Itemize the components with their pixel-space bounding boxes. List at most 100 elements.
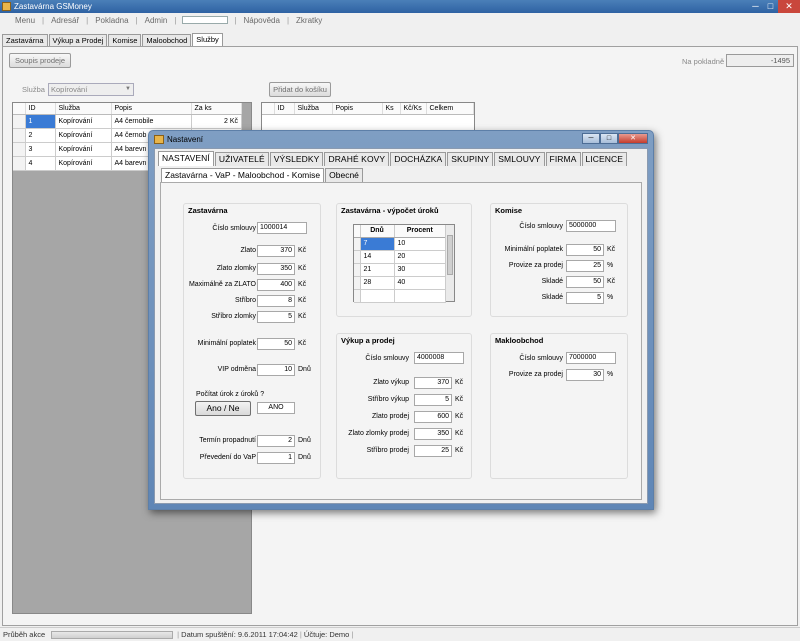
gold-scrap-input[interactable]: 350	[257, 263, 295, 275]
cell-popis[interactable]: A4 černobile	[111, 114, 192, 129]
field-label: Číslo smlouvy	[519, 223, 563, 230]
menu-item-adresar[interactable]: Adresář	[44, 16, 86, 25]
column-header-ks[interactable]: Ks	[382, 103, 401, 115]
subtab-zastavarna-vap[interactable]: Zastavárna - VaP - Maloobchod - Komise	[161, 168, 325, 182]
cell-za-ks[interactable]: 2 Kč	[191, 114, 242, 129]
silver-buy-input[interactable]: 5	[414, 394, 452, 406]
field-label: Zlato zlomky	[216, 265, 256, 272]
column-header-celkem[interactable]: Celkem	[426, 103, 474, 115]
field-unit: %	[607, 371, 614, 378]
cell-percent[interactable]: 40	[394, 276, 446, 290]
field-unit: Kč	[607, 278, 616, 285]
cell-id[interactable]: 1	[25, 114, 56, 129]
commission-input[interactable]: 25	[566, 260, 604, 272]
column-header-procent[interactable]: Procent	[394, 225, 446, 238]
interest-grid[interactable]: Dnů Procent 7 10 14 20 21 30 28 40	[353, 224, 455, 303]
contract-number-input[interactable]: 4000008	[414, 352, 464, 364]
contract-number-input[interactable]: 7000000	[566, 352, 616, 364]
cell-days[interactable]: 28	[360, 276, 395, 290]
cell-percent[interactable]: 20	[394, 250, 446, 264]
tab-skupiny[interactable]: SKUPINY	[447, 152, 494, 166]
expiry-input[interactable]: 2	[257, 435, 295, 447]
interest-value: ANO	[257, 402, 295, 414]
menu-item-zkratky[interactable]: Zkratky	[289, 16, 329, 25]
tab-uzivatele[interactable]: UŽIVATELÉ	[214, 152, 269, 166]
subtab-obecne[interactable]: Obecné	[325, 168, 363, 182]
yes-no-button[interactable]: Ano / Ne	[195, 401, 251, 416]
table-row[interactable]: 1 Kopírování A4 černobile 2 Kč	[13, 114, 242, 129]
tab-licence[interactable]: LICENCE	[581, 152, 628, 166]
cell-id[interactable]: 2	[25, 128, 56, 143]
silver-price-input[interactable]: 8	[257, 295, 295, 307]
column-header-id[interactable]: ID	[25, 103, 56, 115]
contract-number-input[interactable]: 5000000	[566, 220, 616, 232]
column-header-popis[interactable]: Popis	[111, 103, 192, 115]
field-label: Skladé	[541, 294, 563, 301]
dialog-minimize-button[interactable]: ─	[582, 133, 600, 144]
table-row[interactable]: 21 30	[354, 263, 446, 277]
gold-scrap-sell-input[interactable]: 350	[414, 428, 452, 440]
gold-price-input[interactable]: 370	[257, 245, 295, 257]
menu-blank-field[interactable]	[182, 16, 229, 24]
gold-max-input[interactable]: 400	[257, 279, 295, 291]
tab-firma[interactable]: FIRMA	[545, 152, 581, 166]
cell-percent[interactable]: 30	[394, 263, 446, 277]
table-row[interactable]: 7 10	[354, 237, 446, 251]
tab-nastaveni[interactable]: NASTAVENÍ	[158, 151, 214, 166]
cell-sluzba[interactable]: Kopírování	[55, 156, 112, 171]
cart-grid[interactable]: ID Služba Popis Ks Kč/Ks Celkem	[261, 102, 475, 132]
commission-input[interactable]: 30	[566, 369, 604, 381]
menu-item-menu[interactable]: Menu	[8, 16, 42, 25]
table-row[interactable]: 28 40	[354, 276, 446, 290]
menu-item-admin[interactable]: Admin	[138, 16, 175, 25]
dialog-maximize-button[interactable]: □	[600, 133, 618, 144]
column-header-za-ks[interactable]: Za ks	[191, 103, 242, 115]
tab-drahe-kovy[interactable]: DRAHÉ KOVY	[324, 152, 390, 166]
transfer-input[interactable]: 1	[257, 452, 295, 464]
scroll-thumb[interactable]	[447, 235, 453, 275]
dialog-title: Nastavení	[167, 135, 204, 144]
column-header-dnu[interactable]: Dnů	[360, 225, 395, 238]
silver-sell-input[interactable]: 25	[414, 445, 452, 457]
cell-days[interactable]: 21	[360, 263, 395, 277]
tab-dochazka[interactable]: DOCHÁZKA	[390, 152, 447, 166]
menu-item-napoveda[interactable]: Nápověda	[236, 16, 286, 25]
silver-scrap-input[interactable]: 5	[257, 311, 295, 323]
contract-number-input[interactable]: 1000014	[257, 222, 307, 234]
minimize-button[interactable]: ─	[748, 0, 763, 13]
close-button[interactable]: ✕	[778, 0, 800, 13]
cell-sluzba[interactable]: Kopírování	[55, 142, 112, 157]
table-row[interactable]	[354, 289, 446, 303]
column-header-popis[interactable]: Popis	[332, 103, 383, 115]
storage-percent-input[interactable]: 5	[566, 292, 604, 304]
column-header-kc-ks[interactable]: Kč/Ks	[400, 103, 427, 115]
cell-id[interactable]: 4	[25, 156, 56, 171]
cell-id[interactable]: 3	[25, 142, 56, 157]
dialog-close-button[interactable]: ✕	[618, 133, 648, 144]
gold-sell-input[interactable]: 600	[414, 411, 452, 423]
cell-sluzba[interactable]: Kopírování	[55, 128, 112, 143]
column-header-id[interactable]: ID	[274, 103, 295, 115]
add-to-cart-button[interactable]: Přidat do košíku	[269, 82, 331, 97]
tab-smlouvy[interactable]: SMLOUVY	[494, 152, 545, 166]
maximize-button[interactable]: □	[763, 0, 778, 13]
cell-sluzba[interactable]: Kopírování	[55, 114, 112, 129]
min-fee-input[interactable]: 50	[566, 244, 604, 256]
storage-fee-input[interactable]: 50	[566, 276, 604, 288]
sales-summary-button[interactable]: Soupis prodeje	[9, 53, 71, 68]
cell-days[interactable]: 14	[360, 250, 395, 264]
column-header-sluzba[interactable]: Služba	[294, 103, 333, 115]
vip-reward-input[interactable]: 10	[257, 364, 295, 376]
menu-item-pokladna[interactable]: Pokladna	[88, 16, 135, 25]
vertical-scrollbar[interactable]	[445, 225, 454, 301]
column-header-sluzba[interactable]: Služba	[55, 103, 112, 115]
gold-buy-input[interactable]: 370	[414, 377, 452, 389]
tab-vysledky[interactable]: VÝSLEDKY	[269, 152, 324, 166]
service-select[interactable]: Kopírování ▼	[48, 83, 134, 96]
tab-sluzby[interactable]: Služby	[192, 33, 223, 47]
cell-percent[interactable]: 10	[394, 237, 446, 251]
min-fee-input[interactable]: 50	[257, 338, 295, 350]
table-row[interactable]: 14 20	[354, 250, 446, 264]
field-label: Zlato	[240, 247, 256, 254]
cell-days[interactable]: 7	[360, 237, 395, 251]
